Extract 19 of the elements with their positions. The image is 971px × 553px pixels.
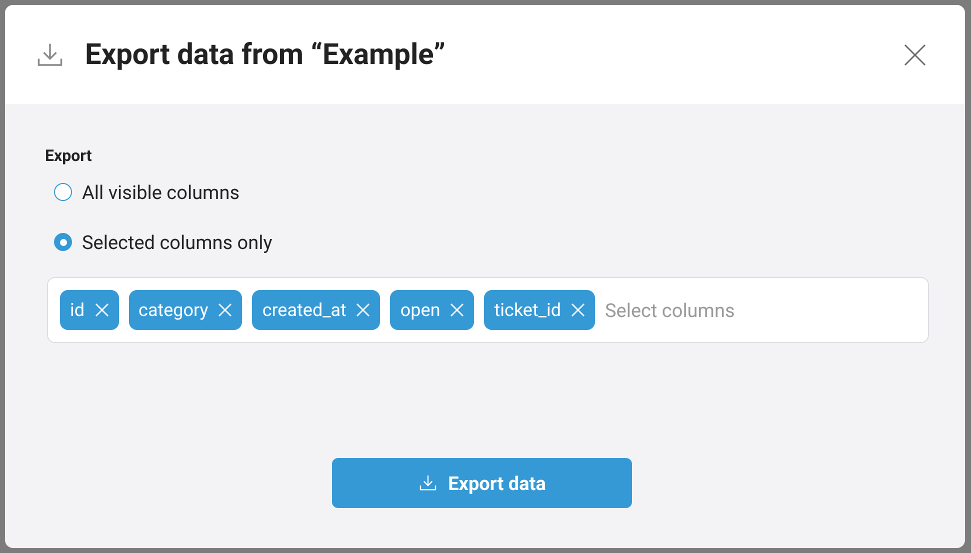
radio-label[interactable]: All visible columns: [82, 180, 240, 204]
remove-icon[interactable]: [356, 303, 370, 317]
remove-icon[interactable]: [218, 303, 232, 317]
column-tag: created_at: [252, 290, 380, 330]
column-tag: ticket_id: [484, 290, 595, 330]
remove-icon[interactable]: [570, 303, 585, 317]
column-tag: open: [390, 290, 474, 330]
section-label: Export: [45, 146, 93, 165]
remove-icon[interactable]: [450, 303, 464, 317]
dialog-title: Export data from “Example”: [85, 38, 446, 72]
remove-icon[interactable]: [94, 303, 109, 317]
placeholder-text: Select columns: [604, 298, 735, 322]
radio-button[interactable]: [54, 183, 72, 201]
column-tag: id: [60, 290, 119, 330]
radio-label[interactable]: Selected columns only: [82, 230, 272, 254]
download-icon: [418, 473, 438, 493]
close-icon[interactable]: [903, 42, 927, 66]
column-tag: category: [128, 290, 242, 330]
radio-button[interactable]: [54, 233, 72, 251]
